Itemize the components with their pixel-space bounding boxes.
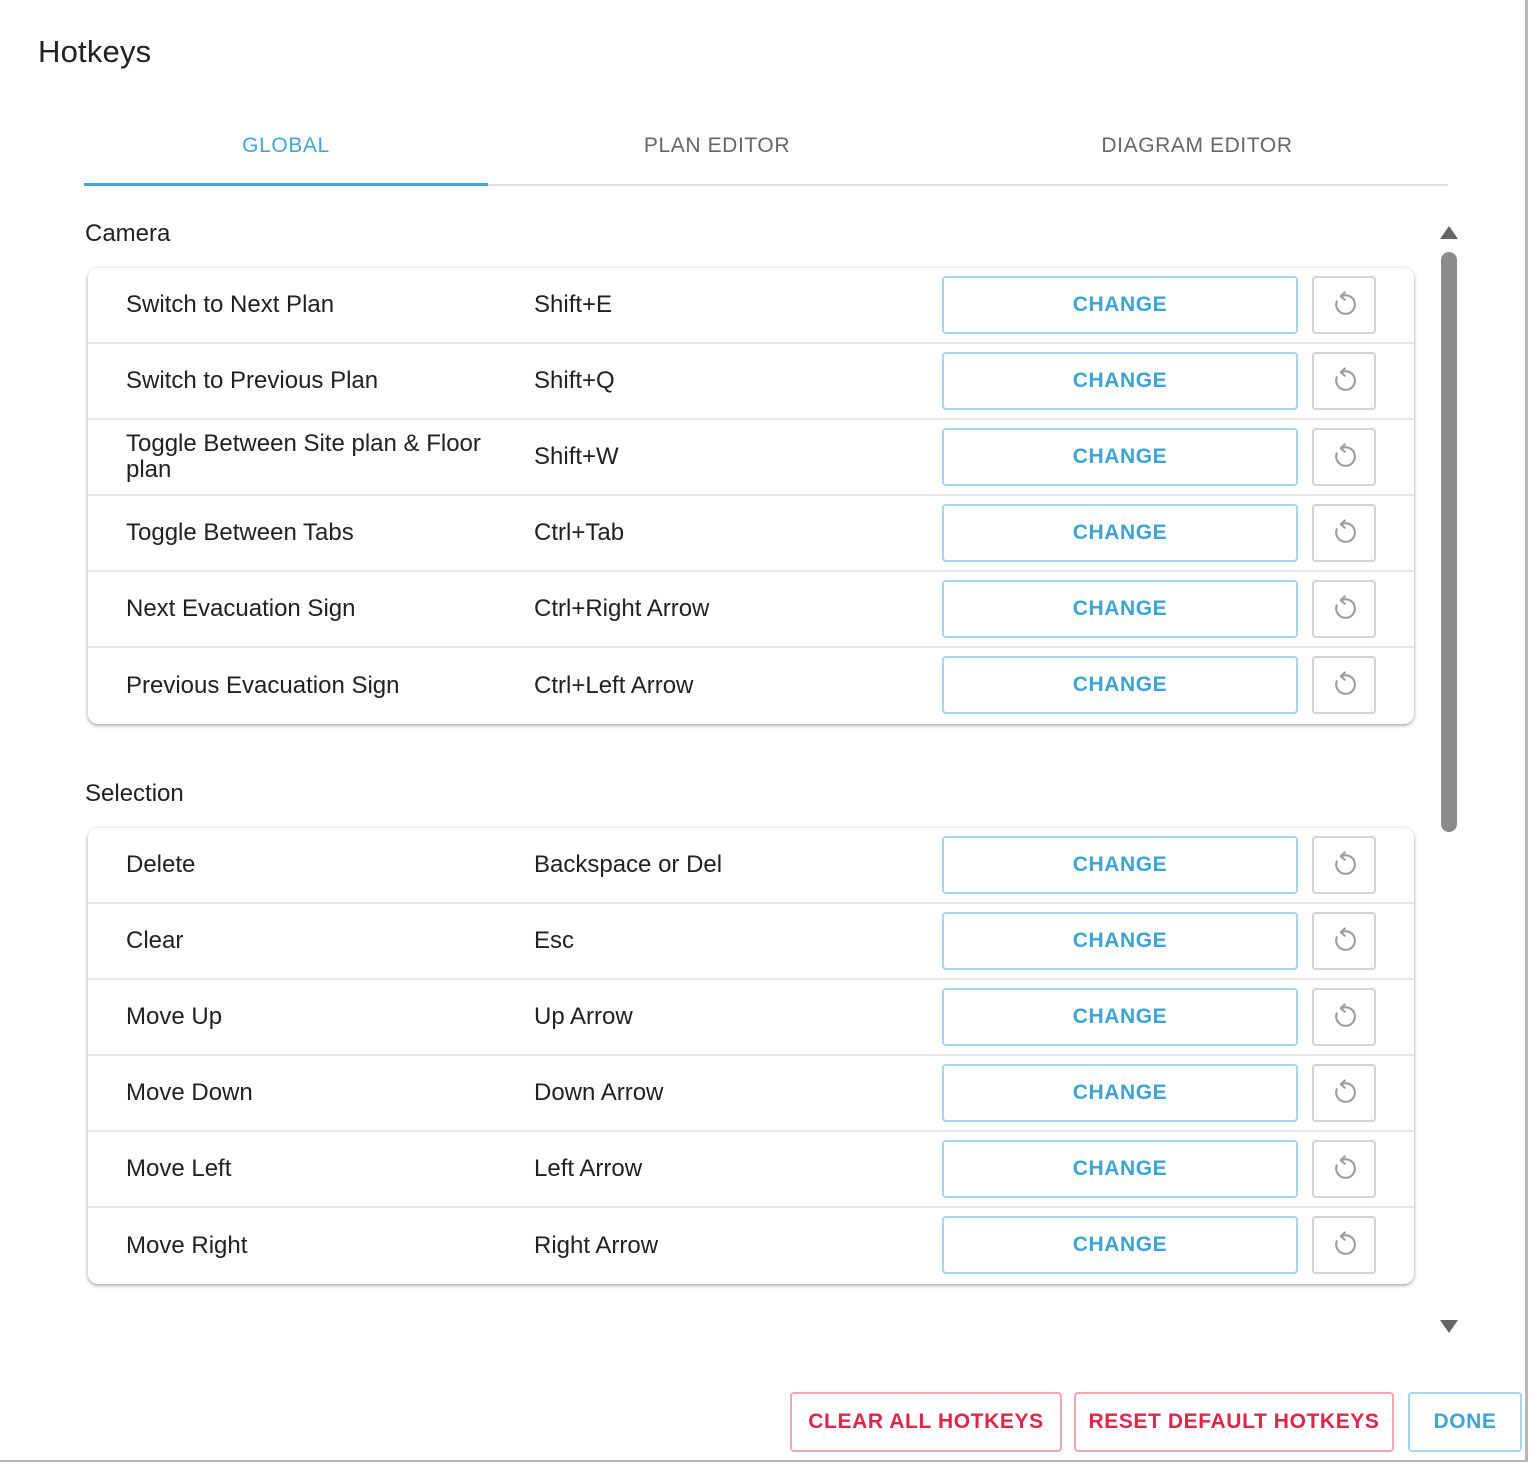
reset-icon bbox=[1335, 671, 1356, 695]
table-row: Move Right Right Arrow CHANGE bbox=[88, 1208, 1414, 1284]
table-row: Next Evacuation Sign Ctrl+Right Arrow CHAN… bbox=[88, 572, 1414, 648]
table-row: Switch to Previous Plan Shift+Q CHANGE bbox=[88, 344, 1414, 420]
reset-icon bbox=[1335, 595, 1356, 619]
table-row: Move Down Down Arrow CHANGE bbox=[88, 1056, 1414, 1132]
reset-default-hotkeys-button[interactable]: RESET DEFAULT HOTKEYS bbox=[1074, 1392, 1394, 1452]
section-title-selection: Selection bbox=[85, 780, 184, 807]
change-button[interactable]: CHANGE bbox=[942, 988, 1298, 1046]
arrow-up-icon[interactable] bbox=[1440, 226, 1458, 239]
reset-hotkey-button[interactable] bbox=[1312, 580, 1376, 638]
action-name: Previous Evacuation Sign bbox=[126, 672, 400, 699]
hotkey-value: Shift+E bbox=[534, 291, 613, 318]
change-button[interactable]: CHANGE bbox=[942, 1216, 1298, 1274]
selection-hotkeys-card: Delete Backspace or Del CHANGE Clear Esc CHAN… bbox=[88, 828, 1414, 1284]
reset-hotkey-button[interactable] bbox=[1312, 428, 1376, 486]
action-name: Next Evacuation Sign bbox=[126, 595, 356, 622]
change-button[interactable]: CHANGE bbox=[942, 504, 1298, 562]
change-button[interactable]: CHANGE bbox=[942, 428, 1298, 486]
action-name: Toggle Between Tabs bbox=[126, 519, 354, 546]
hotkey-value: Backspace or Del bbox=[534, 851, 723, 878]
reset-icon bbox=[1335, 927, 1356, 951]
clear-all-hotkeys-button[interactable]: CLEAR ALL HOTKEYS bbox=[790, 1392, 1062, 1452]
action-name: Move Down bbox=[126, 1079, 253, 1106]
table-row: Toggle Between Site plan & Floor plan Shi… bbox=[88, 420, 1414, 496]
scrollbar-thumb[interactable] bbox=[1441, 252, 1457, 832]
reset-hotkey-button[interactable] bbox=[1312, 352, 1376, 410]
hotkey-value: Ctrl+Right Arrow bbox=[534, 595, 710, 622]
hotkey-value: Ctrl+Tab bbox=[534, 519, 625, 546]
reset-icon bbox=[1335, 443, 1356, 467]
table-row: Move Left Left Arrow CHANGE bbox=[88, 1132, 1414, 1208]
reset-icon bbox=[1335, 1231, 1356, 1255]
action-name: Move Right bbox=[126, 1232, 248, 1259]
reset-icon bbox=[1335, 1155, 1356, 1179]
action-name: Move Left bbox=[126, 1155, 232, 1182]
scrollbar[interactable] bbox=[1436, 218, 1462, 1342]
hotkeys-list: Camera Switch to Next Plan Shift+E CHANGE S… bbox=[84, 214, 1464, 1344]
hotkeys-dialog: Hotkeys GLOBAL PLAN EDITOR DIAGRAM EDITO… bbox=[0, 0, 1528, 1462]
action-name: Switch to Previous Plan bbox=[126, 367, 379, 394]
reset-icon bbox=[1335, 367, 1356, 391]
table-row: Switch to Next Plan Shift+E CHANGE bbox=[88, 268, 1414, 344]
reset-icon bbox=[1335, 851, 1356, 875]
reset-hotkey-button[interactable] bbox=[1312, 504, 1376, 562]
hotkey-value: Right Arrow bbox=[534, 1232, 659, 1259]
table-row: Clear Esc CHANGE bbox=[88, 904, 1414, 980]
reset-icon bbox=[1335, 291, 1356, 315]
reset-hotkey-button[interactable] bbox=[1312, 1064, 1376, 1122]
tab-diagram-editor[interactable]: DIAGRAM EDITOR bbox=[946, 108, 1448, 184]
section-title-camera: Camera bbox=[85, 220, 171, 247]
change-button[interactable]: CHANGE bbox=[942, 1140, 1298, 1198]
reset-hotkey-button[interactable] bbox=[1312, 276, 1376, 334]
hotkey-value: Esc bbox=[534, 927, 575, 954]
reset-icon bbox=[1335, 1079, 1356, 1103]
hotkey-value: Shift+W bbox=[534, 443, 619, 470]
hotkey-value: Shift+Q bbox=[534, 367, 615, 394]
table-row: Toggle Between Tabs Ctrl+Tab CHANGE bbox=[88, 496, 1414, 572]
table-row: Move Up Up Arrow CHANGE bbox=[88, 980, 1414, 1056]
action-name: Switch to Next Plan bbox=[126, 291, 335, 318]
table-row: Delete Backspace or Del CHANGE bbox=[88, 828, 1414, 904]
camera-hotkeys-card: Switch to Next Plan Shift+E CHANGE Switch t… bbox=[88, 268, 1414, 724]
done-button[interactable]: DONE bbox=[1408, 1392, 1522, 1452]
change-button[interactable]: CHANGE bbox=[942, 1064, 1298, 1122]
change-button[interactable]: CHANGE bbox=[942, 276, 1298, 334]
reset-icon bbox=[1335, 519, 1356, 543]
change-button[interactable]: CHANGE bbox=[942, 580, 1298, 638]
arrow-down-icon[interactable] bbox=[1440, 1320, 1458, 1333]
tab-plan-editor[interactable]: PLAN EDITOR bbox=[488, 108, 946, 184]
action-name: Clear bbox=[126, 927, 184, 954]
reset-hotkey-button[interactable] bbox=[1312, 912, 1376, 970]
reset-hotkey-button[interactable] bbox=[1312, 1216, 1376, 1274]
tab-bar: GLOBAL PLAN EDITOR DIAGRAM EDITOR bbox=[84, 108, 1448, 186]
hotkey-value: Up Arrow bbox=[534, 1003, 633, 1030]
tab-global[interactable]: GLOBAL bbox=[84, 108, 488, 186]
change-button[interactable]: CHANGE bbox=[942, 912, 1298, 970]
action-name: Move Up bbox=[126, 1003, 223, 1030]
hotkey-value: Left Arrow bbox=[534, 1155, 643, 1182]
reset-hotkey-button[interactable] bbox=[1312, 988, 1376, 1046]
hotkey-value: Ctrl+Left Arrow bbox=[534, 672, 694, 699]
reset-icon bbox=[1335, 1003, 1356, 1027]
action-name: Toggle Between Site plan & Floor plan bbox=[126, 430, 481, 483]
change-button[interactable]: CHANGE bbox=[942, 352, 1298, 410]
change-button[interactable]: CHANGE bbox=[942, 656, 1298, 714]
dialog-title: Hotkeys bbox=[38, 34, 152, 69]
change-button[interactable]: CHANGE bbox=[942, 836, 1298, 894]
reset-hotkey-button[interactable] bbox=[1312, 836, 1376, 894]
hotkey-value: Down Arrow bbox=[534, 1079, 664, 1106]
reset-hotkey-button[interactable] bbox=[1312, 656, 1376, 714]
action-name: Delete bbox=[126, 851, 196, 878]
table-row: Previous Evacuation Sign Ctrl+Left Arrow C… bbox=[88, 648, 1414, 724]
reset-hotkey-button[interactable] bbox=[1312, 1140, 1376, 1198]
